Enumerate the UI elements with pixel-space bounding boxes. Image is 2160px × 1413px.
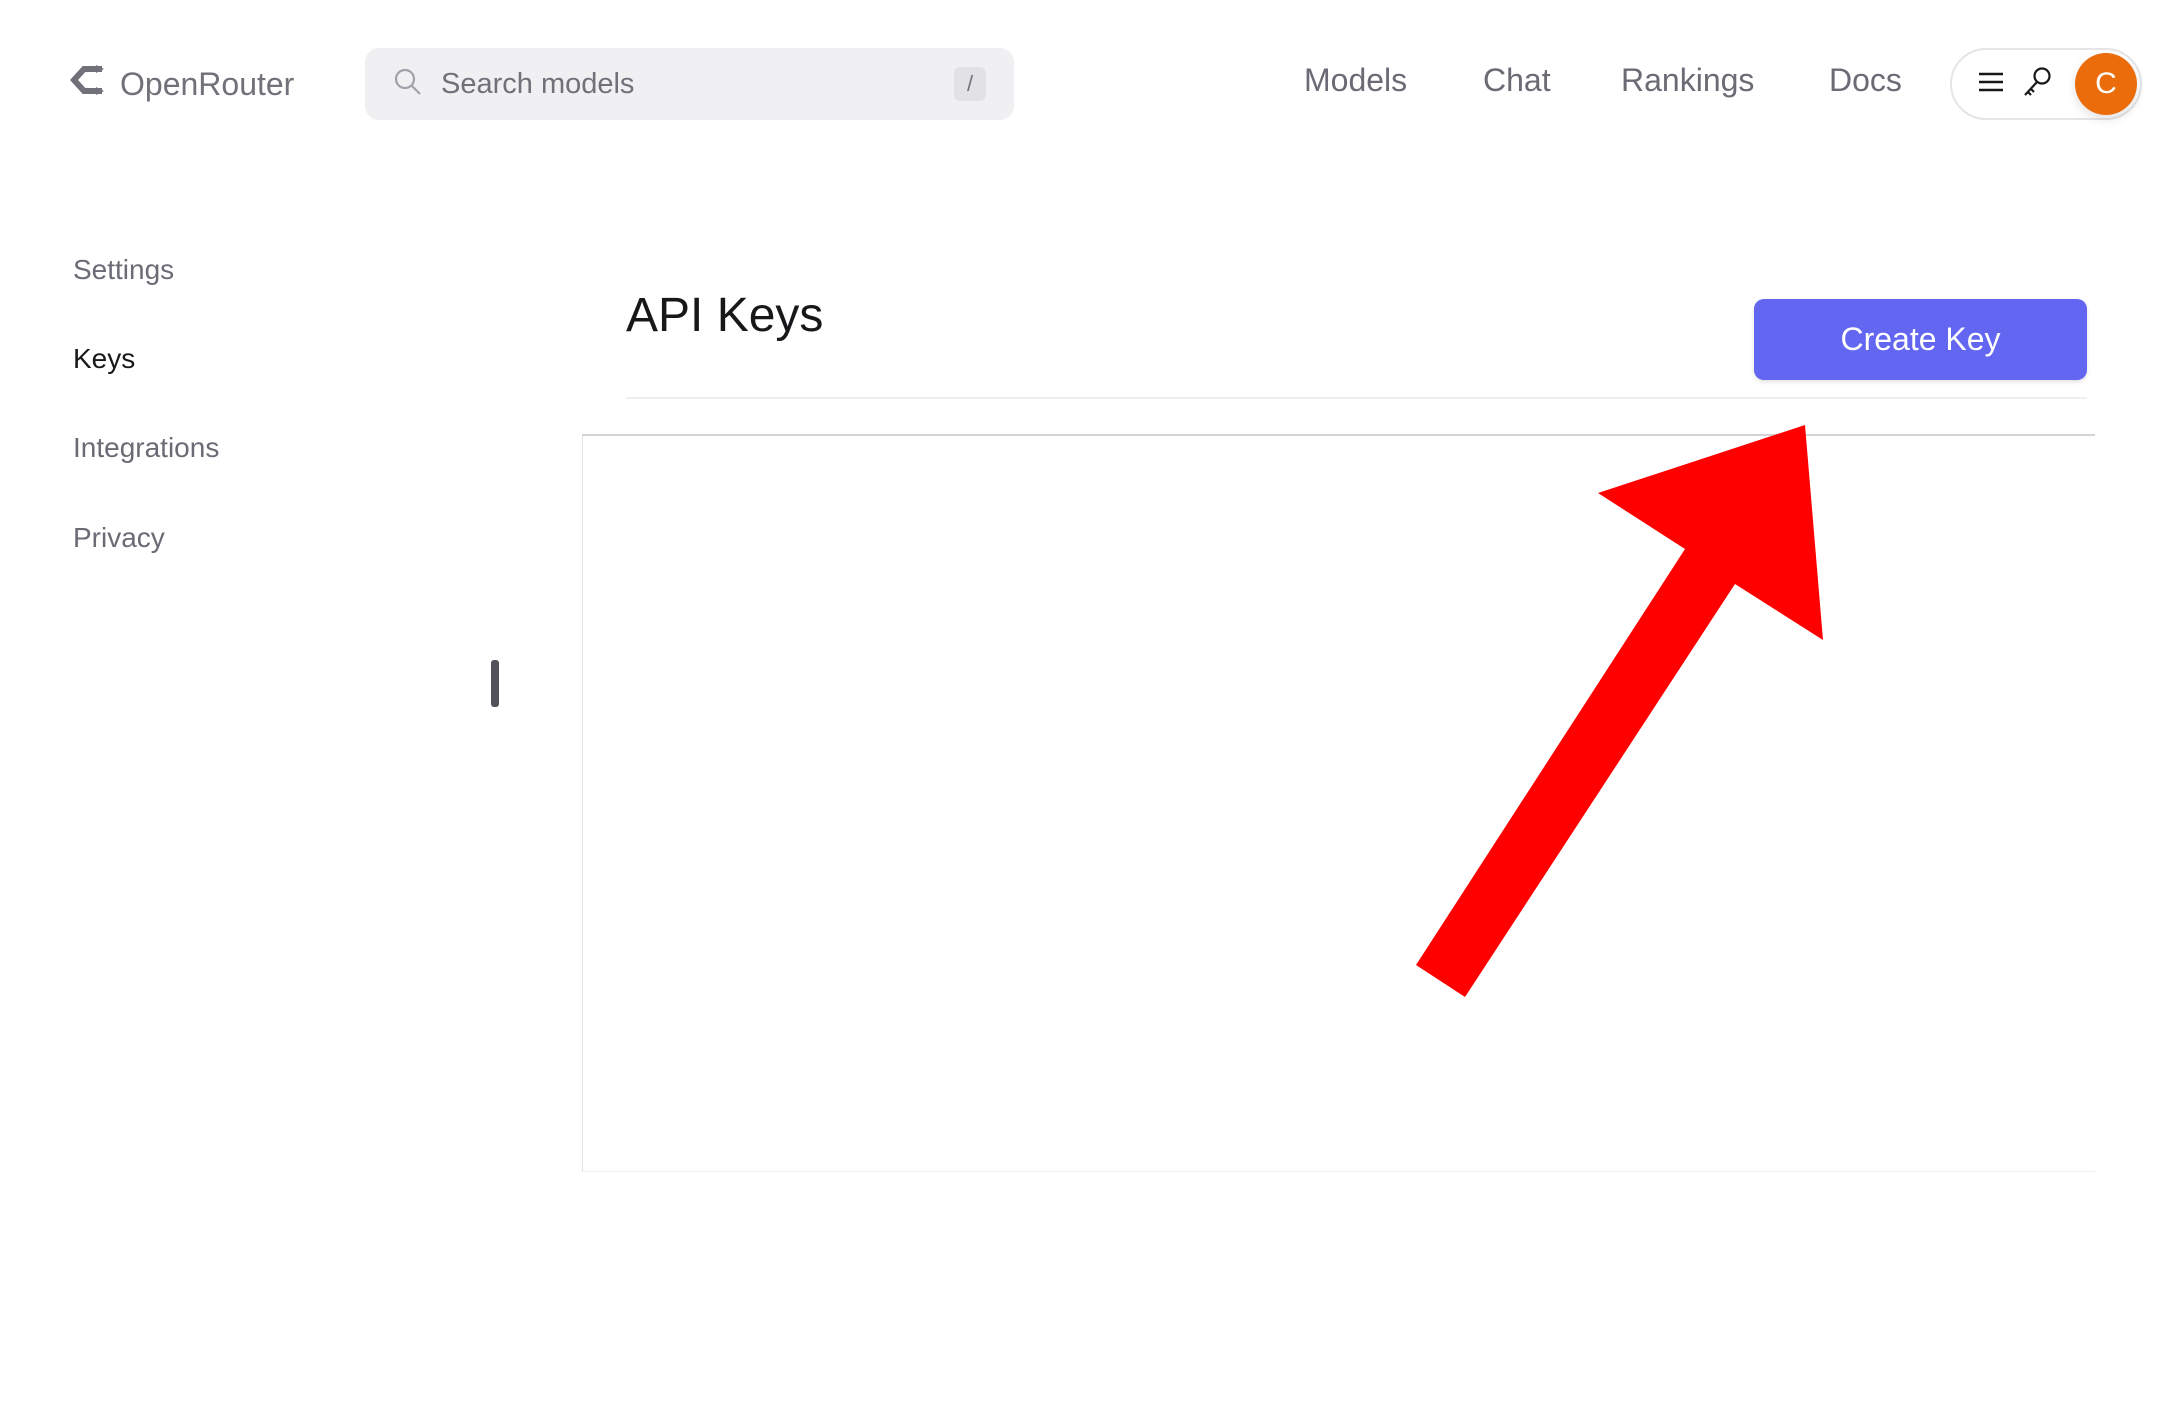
annotation-arrow-icon: [1416, 425, 1823, 997]
